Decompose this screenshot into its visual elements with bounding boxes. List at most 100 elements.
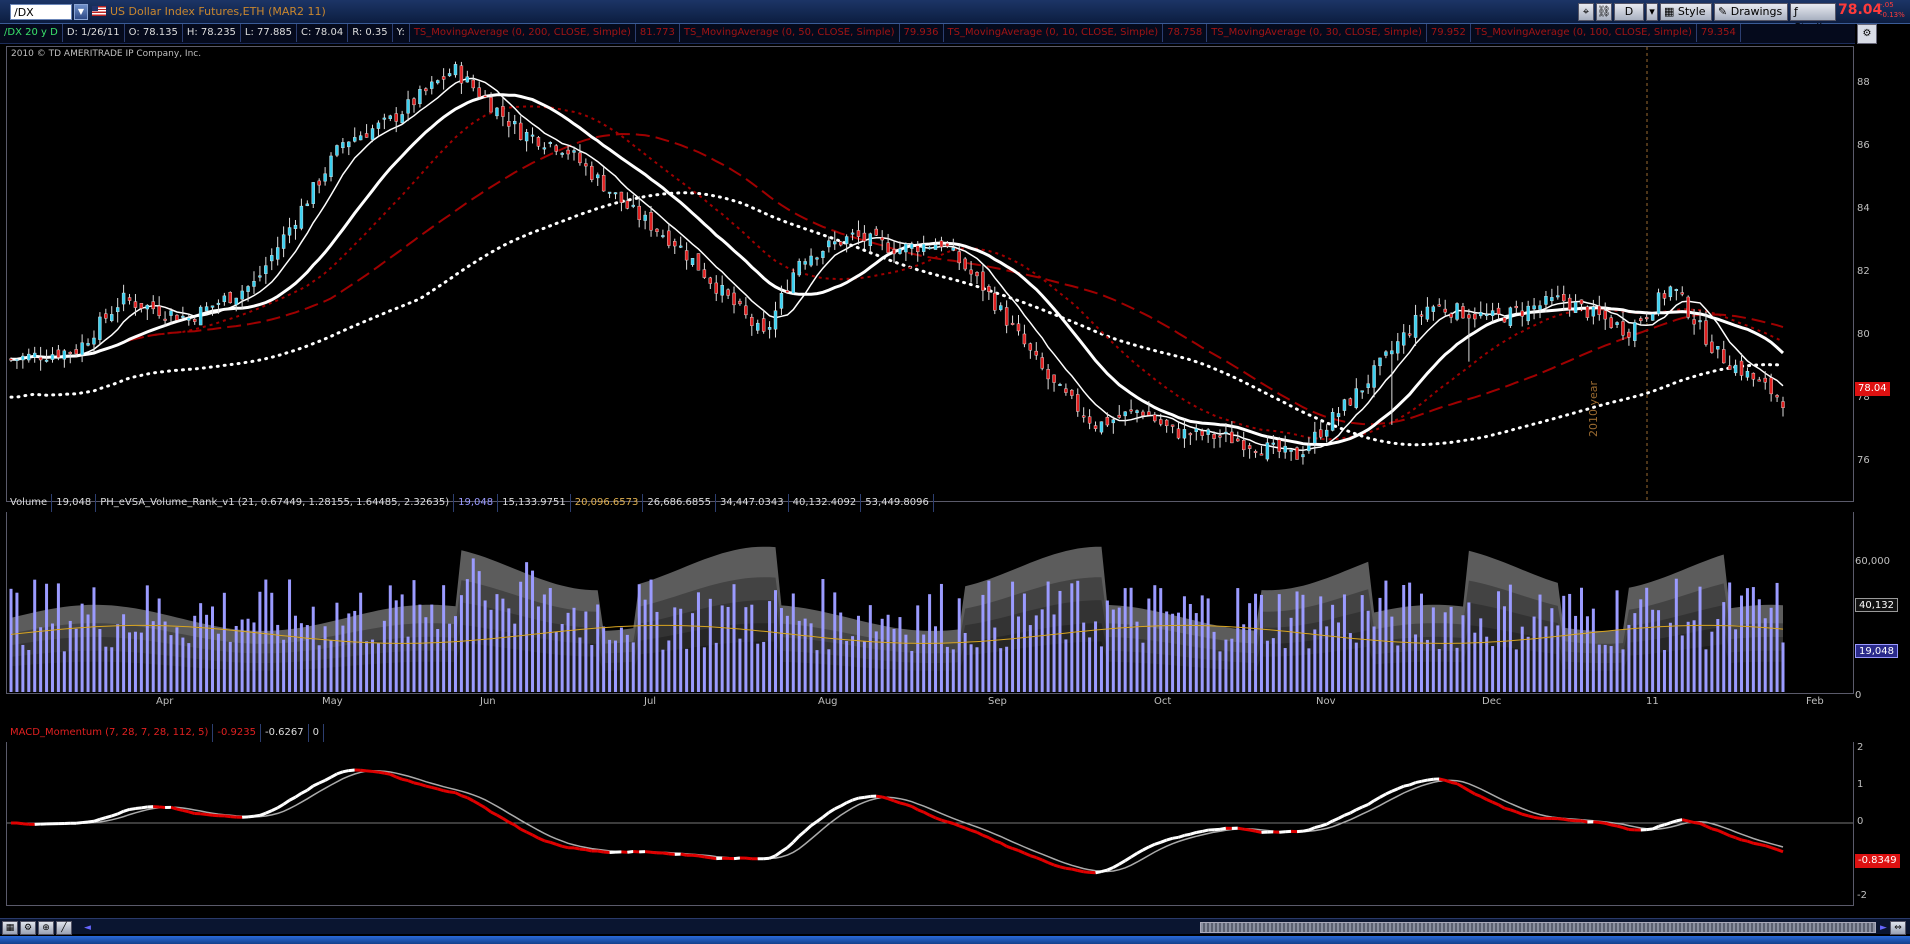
candle-body <box>275 247 280 260</box>
volume-bar <box>1259 594 1263 692</box>
expand-icon[interactable]: ⇔ <box>1890 921 1906 935</box>
volume-bar <box>1668 622 1672 692</box>
style-button[interactable]: ▦ Style <box>1660 3 1712 21</box>
candle-body <box>1656 292 1661 314</box>
macd-segment <box>763 856 770 861</box>
macd-segment <box>496 813 504 820</box>
time-label-May: May <box>322 696 343 707</box>
macd-segment <box>170 805 178 811</box>
candle-body <box>815 257 819 260</box>
macd-segment <box>555 842 563 848</box>
candle-body <box>880 237 884 241</box>
volume-bar <box>234 625 238 692</box>
volume-bar <box>1645 587 1649 692</box>
volume-bar <box>821 579 825 692</box>
macd-segment <box>176 807 184 812</box>
macd-title[interactable]: MACD_Momentum (7, 28, 7, 28, 112, 5) <box>6 724 214 742</box>
studies-button[interactable]: ƒ Studies <box>1790 3 1836 34</box>
volume-bar <box>1745 588 1749 692</box>
study-ma50[interactable]: TS_MovingAverage (0, 50, CLOSE, Simple) <box>680 24 900 42</box>
time-label-Sep: Sep <box>988 696 1007 707</box>
volume-bar <box>945 646 949 692</box>
chart-setup-icon[interactable]: ⚙ <box>1857 24 1877 44</box>
candle-body <box>1176 428 1181 439</box>
macd-segment <box>531 833 540 840</box>
macd-segment <box>662 851 670 856</box>
macd-segment <box>858 795 865 800</box>
macd-segment <box>1438 777 1446 782</box>
candle-body <box>1751 372 1756 380</box>
scroll-left-icon[interactable]: ◄ <box>84 923 91 933</box>
volume-bar <box>993 627 997 692</box>
volume-bar <box>1301 594 1305 692</box>
candle-body <box>222 295 227 303</box>
study-ma10[interactable]: TS_MovingAverage (0, 10, CLOSE, Simple) <box>944 24 1164 42</box>
volume-pane[interactable] <box>6 512 1854 694</box>
drawings-button[interactable]: ✎ Drawings <box>1714 3 1788 21</box>
volume-bar <box>880 618 884 692</box>
volume-chart[interactable] <box>7 512 1853 692</box>
macd-segment <box>76 821 83 825</box>
volume-bar <box>1165 611 1169 692</box>
macd-segment <box>1118 859 1126 866</box>
vsa-value-3: 20,096.6573 <box>571 494 644 512</box>
volume-bar <box>951 649 955 692</box>
symbol-input[interactable]: /DX <box>10 4 72 20</box>
link-icon[interactable]: ⛓ <box>1596 3 1612 21</box>
volume-bar <box>175 627 179 692</box>
macd-segment <box>1379 792 1387 799</box>
settings-icon[interactable]: ⚙ <box>20 921 36 935</box>
study-ma100[interactable]: TS_MovingAverage (0, 100, CLOSE, Simple) <box>1471 24 1697 42</box>
volume-bar <box>1194 613 1198 692</box>
volume-bar <box>1502 606 1506 692</box>
drawing-tool-icon[interactable]: ╱ <box>56 921 72 935</box>
candle-body <box>601 174 606 192</box>
macd-pane[interactable] <box>6 742 1854 906</box>
volume-bar <box>33 579 37 692</box>
macd-segment <box>1196 829 1203 834</box>
candle-body <box>1336 413 1341 418</box>
period-dropdown-icon[interactable]: ▾ <box>1646 3 1658 21</box>
volume-bar <box>1508 584 1512 692</box>
macd-segment <box>425 784 433 789</box>
price-chart[interactable]: 2010 year <box>7 47 1853 501</box>
volume-bar <box>756 643 760 692</box>
macd-segment <box>342 769 350 774</box>
macd-segment <box>81 820 89 825</box>
volume-bar <box>1568 593 1572 692</box>
candle-body <box>1727 365 1732 370</box>
macd-segment <box>1136 848 1144 855</box>
candle-body <box>1538 305 1542 310</box>
macd-segment <box>976 830 984 837</box>
price-pane[interactable]: 2010 year 2010 © TD AMERITRADE IP Compan… <box>6 46 1854 502</box>
scrollbar-thumb[interactable] <box>1200 922 1876 933</box>
volume-bar <box>228 641 232 692</box>
candle-body <box>1194 428 1198 432</box>
volume-tick-max: 60,000 <box>1855 556 1890 567</box>
macd-segment <box>366 769 373 773</box>
crosshair-icon[interactable]: ⌖ <box>1578 3 1594 21</box>
candle-body <box>1129 409 1133 412</box>
study-ma30[interactable]: TS_MovingAverage (0, 30, CLOSE, Simple) <box>1207 24 1427 42</box>
candle-body <box>661 235 665 238</box>
macd-chart[interactable] <box>7 742 1853 904</box>
period-button[interactable]: D <box>1614 3 1644 21</box>
study-ma200[interactable]: TS_MovingAverage (0, 200, CLOSE, Simple) <box>410 24 636 42</box>
macd-segment <box>265 809 273 815</box>
volume-bar <box>566 612 570 692</box>
macd-segment <box>846 798 854 805</box>
date-value: D: 1/26/11 <box>63 24 125 42</box>
vsa-study-label[interactable]: PH_eVSA_Volume_Rank_v1 (21, 0.67449, 1.2… <box>96 494 455 512</box>
volume-bar <box>353 610 357 692</box>
candle-body <box>1769 377 1773 395</box>
volume-tick-zero: 0 <box>1855 690 1862 701</box>
volume-bar <box>15 592 19 692</box>
scroll-right-icon[interactable]: ► <box>1880 923 1887 933</box>
candle-body <box>1046 369 1050 380</box>
candle-body <box>1597 305 1601 315</box>
time-label-Aug: Aug <box>818 696 838 707</box>
chevron-down-icon[interactable]: ▼ <box>74 4 88 20</box>
candle-body <box>1508 307 1513 326</box>
zoom-icon[interactable]: ⊕ <box>38 921 54 935</box>
layout-icon[interactable]: ▦ <box>2 921 18 935</box>
